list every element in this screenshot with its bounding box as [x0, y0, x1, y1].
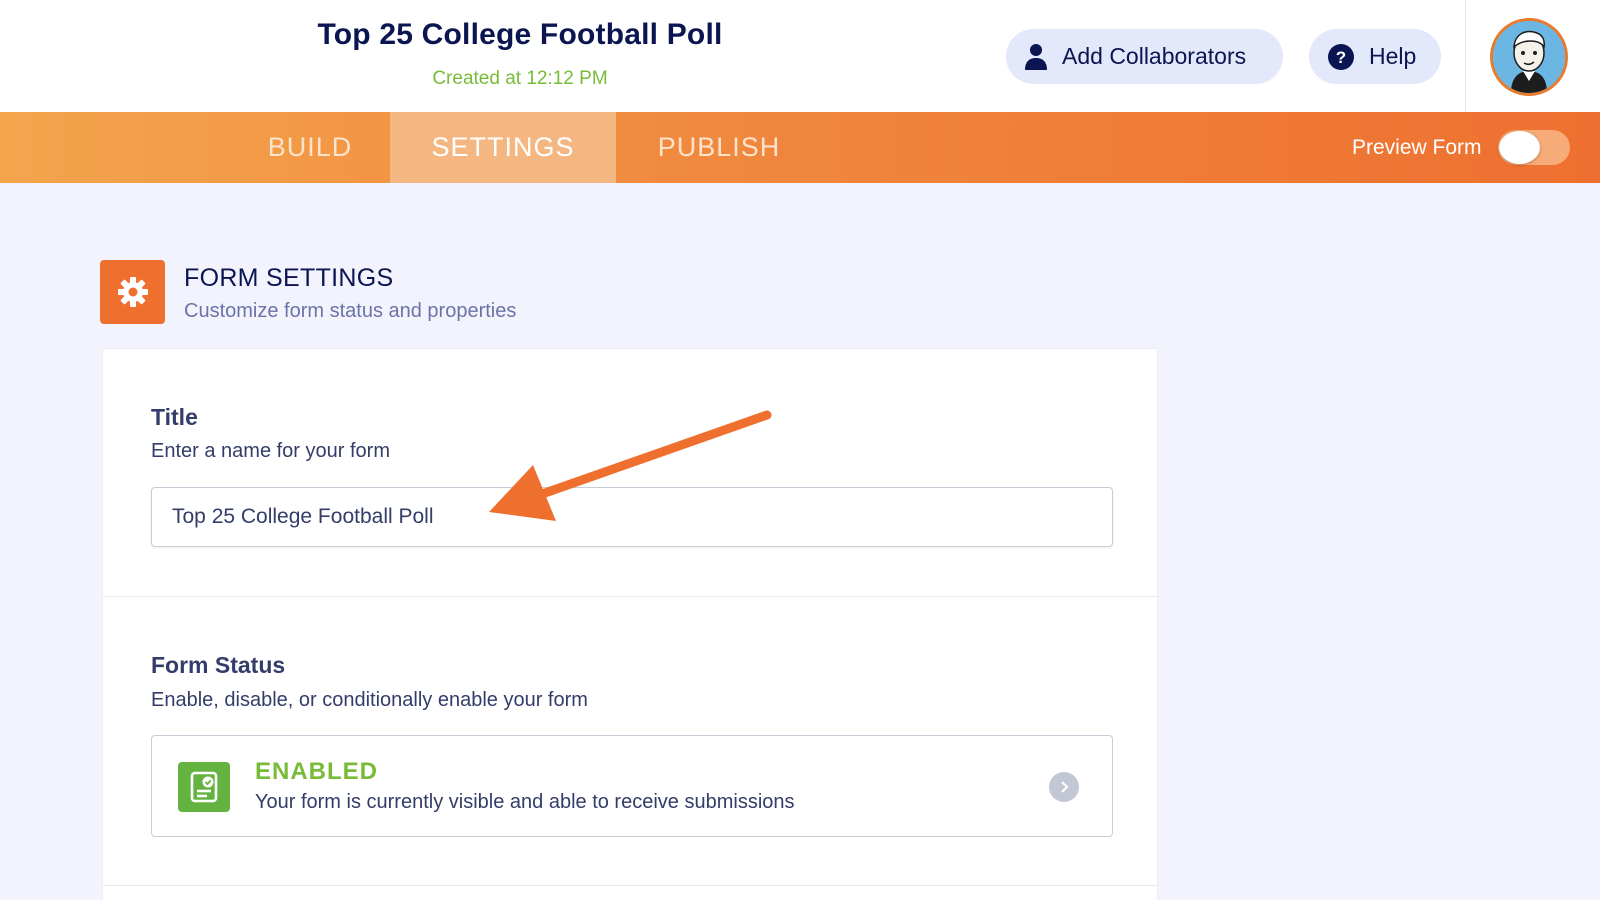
- form-status-description: Enable, disable, or conditionally enable…: [151, 689, 588, 711]
- user-avatar[interactable]: [1490, 18, 1568, 96]
- chevron-right-icon[interactable]: [1049, 772, 1079, 802]
- svg-text:?: ?: [1336, 48, 1346, 67]
- card-divider: [103, 596, 1157, 597]
- form-title-input[interactable]: [151, 487, 1113, 547]
- help-button[interactable]: ? Help: [1309, 29, 1441, 84]
- settings-gear-icon: [100, 260, 165, 324]
- add-collaborators-button[interactable]: Add Collaborators: [1006, 29, 1283, 84]
- title-field-label: Title: [151, 404, 198, 430]
- form-created-time: Created at 12:12 PM: [432, 68, 608, 89]
- section-title: FORM SETTINGS: [184, 264, 394, 292]
- preview-form-label: Preview Form: [1352, 135, 1482, 159]
- tab-settings[interactable]: SETTINGS: [390, 112, 616, 183]
- settings-card: Title Enter a name for your form Form St…: [102, 348, 1158, 900]
- preview-form-toggle[interactable]: [1498, 130, 1570, 165]
- form-status-selector[interactable]: ENABLED Your form is currently visible a…: [151, 735, 1113, 837]
- tab-bar: BUILD SETTINGS PUBLISH Preview Form: [0, 112, 1600, 183]
- tab-build[interactable]: BUILD: [230, 112, 390, 183]
- header-divider: [1465, 0, 1466, 112]
- help-label: Help: [1369, 43, 1417, 69]
- title-field-description: Enter a name for your form: [151, 440, 390, 462]
- top-header: Top 25 College Football Poll Created at …: [0, 0, 1600, 112]
- card-divider: [103, 885, 1157, 886]
- form-status-label: Form Status: [151, 652, 286, 678]
- status-description: Your form is currently visible and able …: [255, 791, 795, 813]
- status-title: ENABLED: [255, 758, 379, 785]
- form-title-block: Top 25 College Football Poll Created at …: [270, 18, 770, 90]
- avatar-illustration-icon: [1493, 21, 1565, 93]
- toggle-knob: [1499, 131, 1540, 164]
- section-subtitle: Customize form status and properties: [184, 300, 517, 322]
- help-icon: ?: [1327, 43, 1355, 71]
- form-title[interactable]: Top 25 College Football Poll: [270, 18, 770, 52]
- enabled-form-icon: [178, 762, 230, 812]
- user-icon: [1024, 43, 1048, 71]
- tab-publish[interactable]: PUBLISH: [616, 112, 822, 183]
- add-collaborators-label: Add Collaborators: [1062, 43, 1247, 69]
